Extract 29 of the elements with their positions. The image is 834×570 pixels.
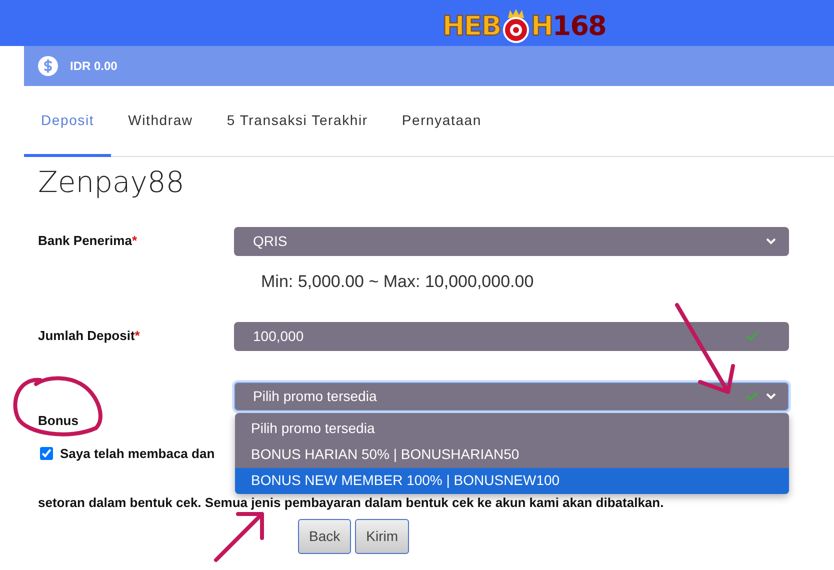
annotation-arrow (214, 512, 264, 562)
logo-text: HEB (442, 12, 501, 40)
form-button[interactable]: Back (298, 518, 352, 554)
dollar-icon (38, 56, 58, 76)
dropdown-option[interactable]: BONUS HARIAN 50% | BONUSHARIAN50 (235, 442, 789, 468)
logo-text: H (530, 12, 552, 40)
page-title: Zenpay88 (38, 164, 186, 201)
tab[interactable]: Deposit (24, 86, 112, 157)
dropdown-option[interactable]: Pilih promo tersedia (235, 416, 789, 442)
caret-icon (766, 392, 776, 400)
dropdown-option[interactable]: BONUS NEW MEMBER 100% | BONUSNEW100 (235, 468, 789, 494)
tab[interactable]: Pernyataan (384, 86, 498, 157)
tab[interactable]: 5 Transaksi Terakhir (210, 86, 385, 157)
select-field[interactable]: QRIS (234, 226, 789, 256)
form-button[interactable]: Kirim (355, 518, 410, 554)
balance-amount: IDR 0.00 (70, 58, 118, 75)
caret-icon (766, 238, 776, 244)
field-label: Bonus (38, 412, 80, 430)
checkbox[interactable] (40, 446, 53, 460)
input-field[interactable]: 100,000 (234, 322, 789, 350)
agreement-text: setoran dalam bentuk cek. Semua jenis pembayaran dalam bentuk cek ke akun kami akan dibatalkan. (38, 494, 664, 512)
limits-text: Min: 5,000.00 ~ Max: 10,000,000.00 (261, 270, 535, 293)
chip-crown-icon (500, 9, 531, 43)
select-field[interactable]: Pilih promo tersedia (234, 382, 789, 410)
field-label: Jumlah Deposit* (38, 327, 141, 346)
tab[interactable]: Withdraw (111, 86, 210, 157)
field-label: Bank Penerima* (38, 232, 138, 250)
logo-text: 168 (552, 12, 606, 40)
agreement-text: Saya telah membaca dan (60, 444, 215, 463)
